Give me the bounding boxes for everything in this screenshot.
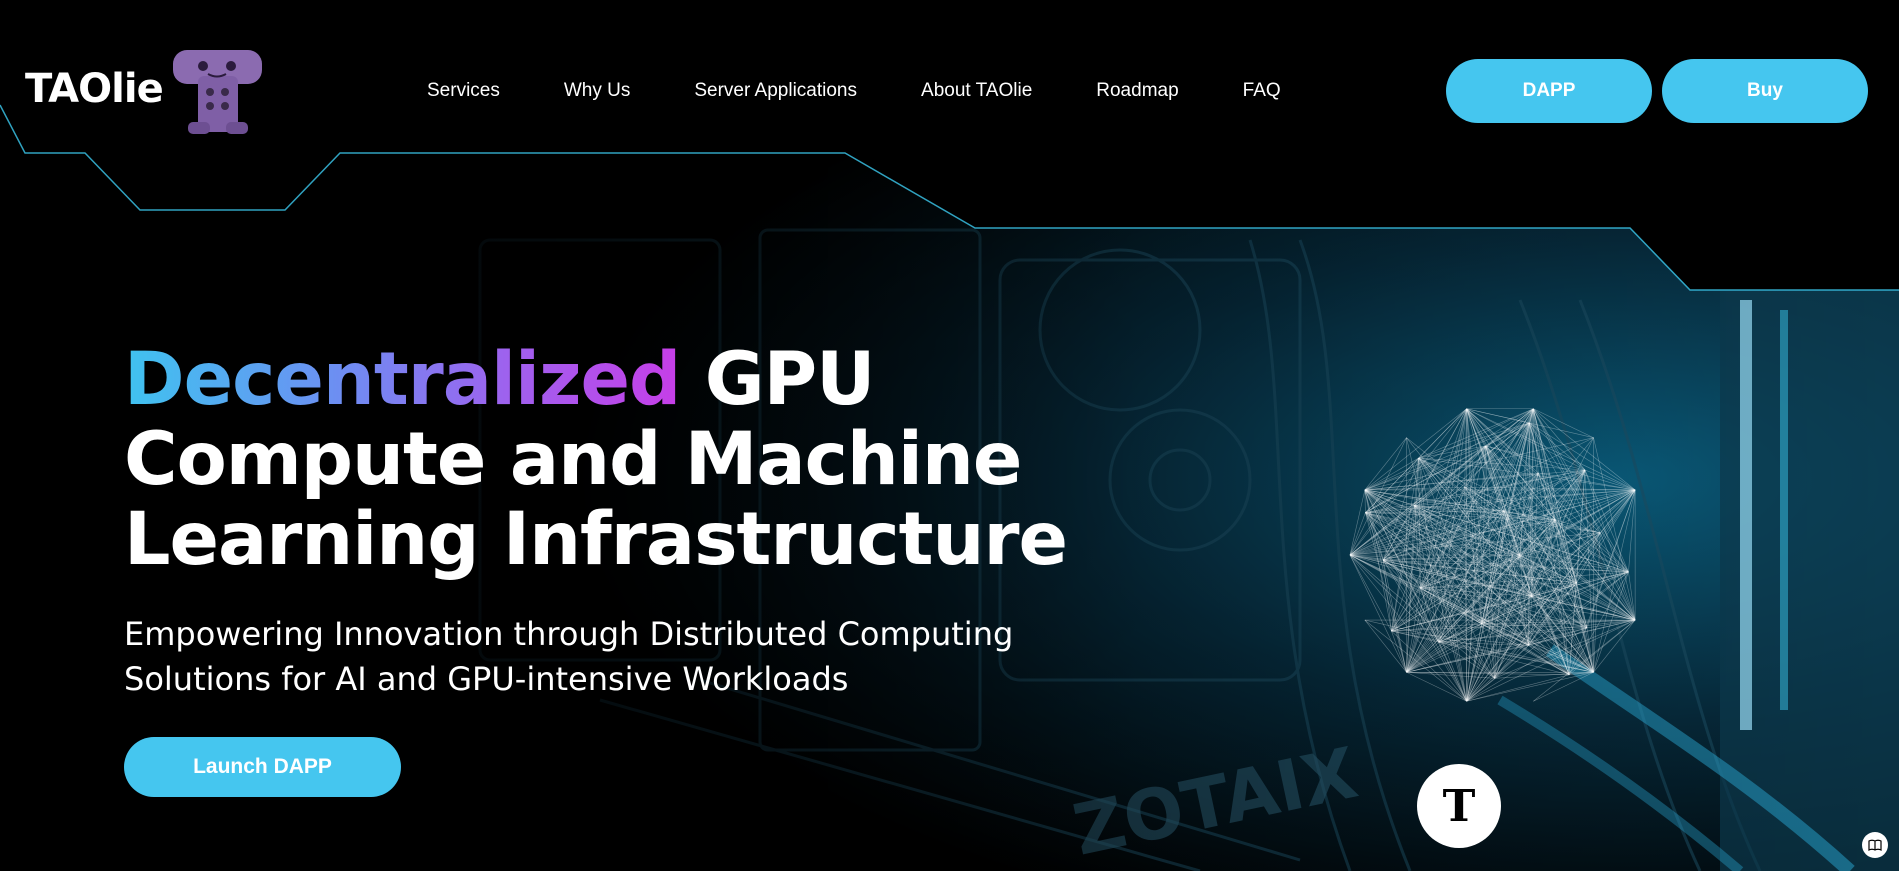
hero-subtitle: Empowering Innovation through Distribute… [124,612,1024,702]
nav-why-us[interactable]: Why Us [564,80,631,102]
hero-subtitle-line1: Empowering Innovation through Distribute… [124,615,1014,653]
nav-server-applications[interactable]: Server Applications [694,80,857,102]
book-icon[interactable] [1862,832,1888,858]
hero-title-line1-rest: GPU [680,337,876,422]
dapp-button[interactable]: DAPP [1446,59,1652,123]
hero-title-highlight: Decentralized [124,337,681,422]
nav-services[interactable]: Services [427,80,500,102]
hero-title-line2: Compute and Machine [124,417,1022,502]
hero-title: Decentralized GPU Compute and Machine Le… [124,340,1224,580]
buy-button[interactable]: Buy [1662,59,1868,123]
main-nav: Services Why Us Server Applications Abou… [427,80,1281,102]
nav-faq[interactable]: FAQ [1243,80,1281,102]
logo-text[interactable]: TAOlie [25,66,164,112]
hero-title-line3: Learning Infrastructure [124,497,1068,582]
hero-subtitle-line2: Solutions for AI and GPU-intensive Workl… [124,660,849,698]
network-sphere-icon [1349,408,1636,702]
launch-dapp-button[interactable]: Launch DAPP [124,737,401,797]
t-badge-letter: T [1442,780,1476,832]
mascot-robot-icon [173,50,262,134]
nav-roadmap[interactable]: Roadmap [1096,80,1178,102]
nav-about[interactable]: About TAOlie [921,80,1032,102]
t-badge-icon[interactable]: T [1417,764,1501,848]
